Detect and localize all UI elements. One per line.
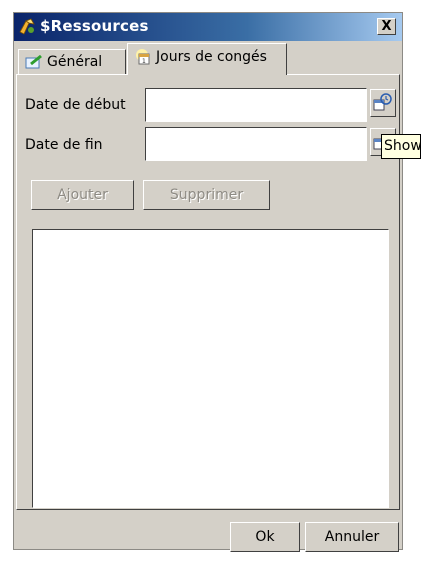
ok-button[interactable]: Ok [230,522,300,552]
close-icon: X [381,19,392,34]
start-date-field[interactable] [145,88,367,122]
app-icon [19,18,35,35]
tab-conges-label: Jours de congés [156,49,267,65]
tab-general-label: Général [47,54,103,70]
start-date-picker-button[interactable] [370,89,396,117]
cancel-button[interactable]: Annuler [305,522,399,552]
ressources-dialog: $Ressources X Général 1 Jours de congés … [13,12,421,552]
calendar-picker-icon [373,93,392,111]
svg-text:1: 1 [142,58,146,65]
start-date-label: Date de début [25,97,126,113]
tab-jours-de-conges[interactable]: 1 Jours de congés [127,43,287,75]
tab-general[interactable]: Général [18,49,126,75]
add-button[interactable]: Ajouter [31,180,134,210]
remove-button[interactable]: Supprimer [143,180,270,210]
title-bar[interactable]: $Ressources X [14,13,402,41]
calendar-icon: 1 [136,49,150,65]
holidays-list[interactable] [32,229,389,508]
window-title: $Ressources [40,17,149,35]
general-icon [25,55,42,69]
show-tooltip: Show [381,134,421,159]
end-date-field[interactable] [145,127,367,161]
close-button[interactable]: X [377,18,396,35]
end-date-label: Date de fin [25,137,103,153]
